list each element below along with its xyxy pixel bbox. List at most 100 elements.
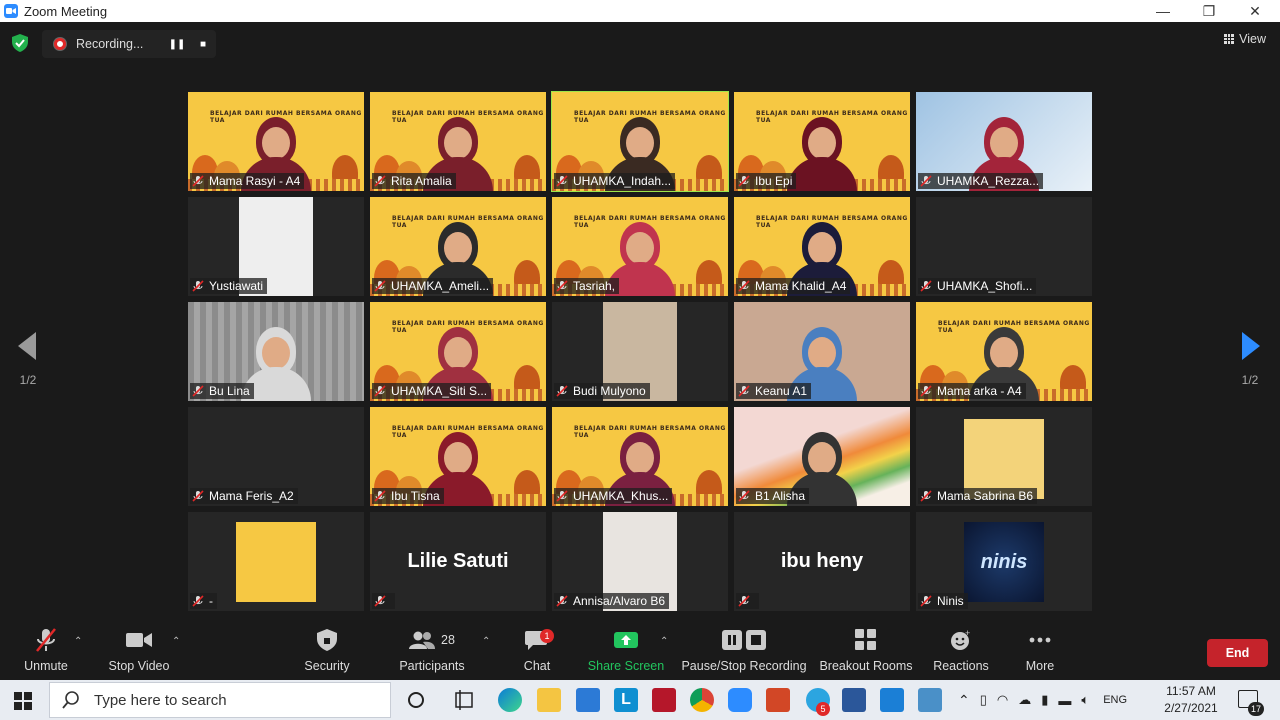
participant-name-tag: Mama Rasyi - A4 [190, 173, 305, 189]
stop-recording-button[interactable]: ■ [194, 36, 212, 52]
participant-tile[interactable]: BELAJAR DARI RUMAH BERSAMA ORANG TUA UHAM… [370, 197, 546, 296]
participant-name-tag: Annisa/Alvaro B6 [554, 593, 670, 609]
powerpoint-icon[interactable] [766, 688, 790, 712]
encryption-shield-icon[interactable] [12, 34, 28, 52]
participant-tile[interactable]: UHAMKA_Shofi... [916, 197, 1092, 296]
recording-indicator: Recording... ❚❚ ■ [42, 30, 216, 58]
task-view-icon[interactable] [452, 688, 476, 712]
participant-name-display: Lilie Satuti [407, 550, 509, 572]
participant-name: - [209, 594, 213, 608]
participant-name-tag: Ibu Tisna [372, 488, 444, 504]
muted-mic-icon [374, 595, 386, 607]
media-player-icon[interactable] [880, 688, 904, 712]
participant-name-tag: UHAMKA_Khus... [554, 488, 673, 504]
lync-app-icon[interactable]: L [614, 688, 638, 712]
restore-button[interactable]: ❐ [1186, 0, 1232, 22]
end-meeting-button[interactable]: End [1207, 639, 1268, 667]
cortana-icon[interactable] [404, 688, 428, 712]
reactions-button[interactable]: + Reactions [932, 622, 990, 680]
share-options-caret[interactable]: ⌃ [660, 636, 668, 647]
video-options-caret[interactable]: ⌃ [172, 636, 180, 647]
participant-photo [964, 419, 1044, 499]
participant-tile[interactable]: BELAJAR DARI RUMAH BERSAMA ORANG TUA Ibu … [370, 407, 546, 506]
participants-options-caret[interactable]: ⌃ [482, 636, 490, 647]
mcafee-icon[interactable] [652, 688, 676, 712]
language-indicator[interactable]: ENG [1103, 694, 1127, 706]
participant-tile[interactable]: Bu Lina [188, 302, 364, 401]
participant-tile[interactable]: Keanu A1 [734, 302, 910, 401]
participant-tile[interactable]: BELAJAR DARI RUMAH BERSAMA ORANG TUA UHAM… [552, 407, 728, 506]
participant-name: Budi Mulyono [573, 384, 646, 398]
security-button[interactable]: Security [302, 622, 352, 680]
audio-options-caret[interactable]: ⌃ [74, 636, 82, 647]
word-icon[interactable] [842, 688, 866, 712]
battery-icon[interactable]: ▬ [1058, 693, 1071, 708]
system-clock[interactable]: 11:57 AM 2/27/2021 [1158, 683, 1224, 717]
next-page-button[interactable]: 1/2 [1230, 332, 1270, 387]
pause-recording-button[interactable]: ❚❚ [168, 36, 186, 52]
participant-tile[interactable]: BELAJAR DARI RUMAH BERSAMA ORANG TUA UHAM… [551, 91, 729, 192]
pause-stop-recording-button[interactable]: Pause/Stop Recording [681, 622, 807, 680]
participant-tile[interactable]: Mama Sabrina B6 [916, 407, 1092, 506]
participant-tile[interactable]: BELAJAR DARI RUMAH BERSAMA ORANG TUA Ibu … [734, 92, 910, 191]
minimize-button[interactable]: — [1140, 0, 1186, 22]
previous-page-button[interactable]: 1/2 [8, 332, 48, 387]
stop-icon [746, 630, 766, 650]
participant-tile[interactable]: BELAJAR DARI RUMAH BERSAMA ORANG TUA Rita… [370, 92, 546, 191]
participant-tile[interactable]: BELAJAR DARI RUMAH BERSAMA ORANG TUA Tasr… [552, 197, 728, 296]
participant-tile[interactable]: BELAJAR DARI RUMAH BERSAMA ORANG TUA UHAM… [370, 302, 546, 401]
participant-name: Mama arka - A4 [937, 384, 1022, 398]
participants-button[interactable]: 28 Participants [396, 622, 468, 680]
photos-icon[interactable] [918, 688, 942, 712]
participant-tile[interactable]: BELAJAR DARI RUMAH BERSAMA ORANG TUA Mama… [188, 92, 364, 191]
more-dots-icon [1029, 637, 1051, 643]
chrome-icon[interactable] [690, 688, 714, 712]
participant-name-tag: UHAMKA_Ameli... [372, 278, 494, 294]
muted-mic-icon [192, 175, 204, 187]
tray-app-icon[interactable]: ▯ [980, 692, 987, 708]
participant-name: Ninis [937, 594, 964, 608]
volume-icon[interactable]: 🔈︎ [1081, 692, 1089, 708]
participant-tile[interactable]: Budi Mulyono [552, 302, 728, 401]
participant-tile[interactable]: BELAJAR DARI RUMAH BERSAMA ORANG TUA Mama… [734, 197, 910, 296]
participant-tile[interactable]: B1 Alisha [734, 407, 910, 506]
breakout-rooms-button[interactable]: Breakout Rooms [819, 622, 913, 680]
file-explorer-icon[interactable] [537, 688, 561, 712]
more-button[interactable]: More [1020, 622, 1060, 680]
clock-time: 11:57 AM [1166, 684, 1216, 698]
participant-tile[interactable]: Mama Feris_A2 [188, 407, 364, 506]
participant-tile[interactable]: UHAMKA_Rezza... [916, 92, 1092, 191]
close-button[interactable]: ✕ [1232, 0, 1278, 22]
participant-name: UHAMKA_Khus... [573, 489, 669, 503]
muted-mic-icon [374, 385, 386, 397]
unmute-button[interactable]: Unmute [20, 622, 72, 680]
participant-name: Tasriah, [573, 279, 616, 293]
share-screen-button[interactable]: Share Screen [588, 622, 664, 680]
participant-name-tag: Yustiawati [190, 278, 268, 294]
mail-icon[interactable] [576, 688, 600, 712]
muted-mic-icon [556, 175, 568, 187]
stop-video-button[interactable]: Stop Video [104, 622, 174, 680]
participant-tile[interactable]: ninis Ninis [916, 512, 1092, 611]
clock-date: 2/27/2021 [1164, 701, 1218, 715]
participant-tile[interactable]: Yustiawati [188, 197, 364, 296]
view-button[interactable]: View [1224, 32, 1266, 46]
participant-tile[interactable]: BELAJAR DARI RUMAH BERSAMA ORANG TUA Mama… [916, 302, 1092, 401]
muted-mic-icon [738, 280, 750, 292]
participant-tile[interactable]: Annisa/Alvaro B6 [552, 512, 728, 611]
wifi-icon[interactable]: ◠ [997, 692, 1008, 708]
page-indicator-left: 1/2 [19, 373, 37, 387]
windows-start-button[interactable] [14, 692, 32, 710]
onedrive-icon[interactable]: ☁ [1018, 692, 1031, 708]
microphone-icon[interactable]: ▮ [1041, 692, 1048, 708]
participant-tile[interactable]: - [188, 512, 364, 611]
participant-tile[interactable]: Lilie Satuti [370, 512, 546, 611]
muted-mic-icon [738, 175, 750, 187]
edge-browser-icon[interactable] [498, 688, 522, 712]
zoom-taskbar-icon[interactable] [728, 688, 752, 712]
tray-chevron-icon[interactable]: ⌃ [958, 692, 970, 709]
muted-mic-icon [920, 280, 932, 292]
microphone-muted-icon [36, 628, 56, 652]
taskbar-search-box[interactable]: Type here to search [49, 682, 391, 718]
participant-tile[interactable]: ibu heny [734, 512, 910, 611]
